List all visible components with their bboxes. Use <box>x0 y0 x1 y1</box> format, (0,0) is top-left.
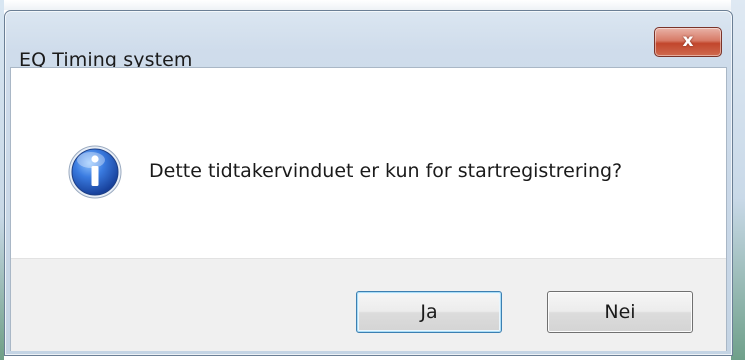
screenshot: EQ Timing system x Dette tidtakervinduet… <box>0 0 745 360</box>
dialog-message: Dette tidtakervinduet er kun for startre… <box>149 160 623 182</box>
button-bar: Ja Nei <box>11 258 726 351</box>
information-icon <box>68 145 122 199</box>
message-box-window: EQ Timing system x Dette tidtakervinduet… <box>4 10 733 356</box>
dialog-client-area: Dette tidtakervinduet er kun for startre… <box>10 67 727 351</box>
no-button[interactable]: Nei <box>547 291 693 333</box>
desktop-background-right <box>731 0 745 360</box>
yes-button[interactable]: Ja <box>356 291 502 333</box>
title-bar[interactable]: EQ Timing system x <box>5 11 732 71</box>
close-button[interactable]: x <box>654 27 722 57</box>
close-icon: x <box>682 31 694 51</box>
message-area: Dette tidtakervinduet er kun for startre… <box>11 68 726 258</box>
desktop-background-top <box>0 0 745 10</box>
